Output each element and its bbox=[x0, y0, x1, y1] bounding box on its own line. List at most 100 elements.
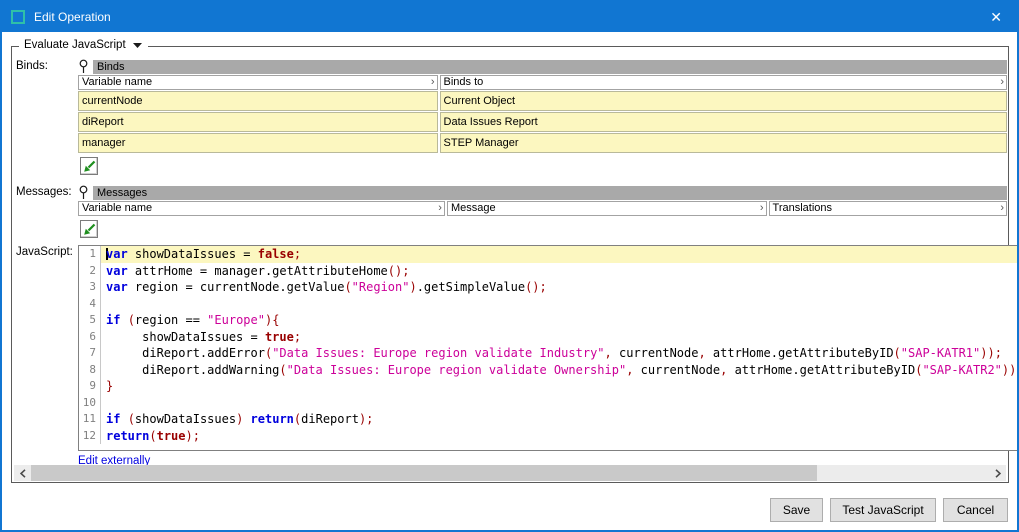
line-number: 3 bbox=[79, 279, 101, 296]
line-number: 2 bbox=[79, 263, 101, 280]
column-header[interactable]: Translations › bbox=[769, 201, 1007, 216]
binds-row: Binds: Binds Variable name › Binds to › curr… bbox=[12, 59, 1008, 175]
operation-groupbox: Evaluate JavaScript Binds: Binds Variabl… bbox=[11, 46, 1009, 483]
column-header-label: Variable name bbox=[82, 202, 152, 215]
window-title: Edit Operation bbox=[34, 10, 111, 24]
line-number: 11 bbox=[79, 411, 101, 428]
table-cell[interactable]: Current Object bbox=[440, 91, 1007, 111]
code-text: diReport.addError("Data Issues: Europe r… bbox=[101, 345, 1019, 362]
test-javascript-button[interactable]: Test JavaScript bbox=[830, 498, 936, 522]
code-line[interactable]: 12return(true); bbox=[79, 428, 1019, 445]
code-line[interactable]: 5if (region == "Europe"){ bbox=[79, 312, 1019, 329]
code-text: return(true); bbox=[101, 428, 1019, 445]
sort-chevron-icon: › bbox=[1000, 77, 1004, 88]
column-header-label: Binds to bbox=[444, 76, 484, 89]
binds-label: Binds: bbox=[12, 59, 78, 72]
line-number: 1 bbox=[79, 246, 101, 263]
javascript-editor[interactable]: 1var showDataIssues = false;2var attrHom… bbox=[78, 245, 1019, 451]
sort-chevron-icon: › bbox=[1000, 203, 1004, 214]
code-line[interactable]: 10 bbox=[79, 395, 1019, 412]
code-line[interactable]: 8 diReport.addWarning("Data Issues: Euro… bbox=[79, 362, 1019, 379]
sort-chevron-icon: › bbox=[438, 203, 442, 214]
chevron-right-icon bbox=[995, 469, 1001, 478]
close-icon: ✕ bbox=[990, 9, 1002, 25]
column-header[interactable]: Variable name › bbox=[78, 75, 438, 90]
messages-label: Messages: bbox=[12, 185, 78, 198]
javascript-label: JavaScript: bbox=[12, 245, 78, 258]
line-number: 9 bbox=[79, 378, 101, 395]
code-text: var showDataIssues = false; bbox=[101, 246, 1019, 263]
code-text bbox=[101, 296, 1019, 313]
binds-panel: Binds Variable name › Binds to › currentNode… bbox=[78, 59, 1007, 175]
scroll-left-button[interactable] bbox=[14, 465, 31, 481]
javascript-row: JavaScript: 1var showDataIssues = false;… bbox=[12, 245, 1008, 469]
messages-edit-button[interactable] bbox=[80, 220, 98, 238]
line-number: 5 bbox=[79, 312, 101, 329]
chevron-down-icon bbox=[133, 43, 142, 48]
line-number: 4 bbox=[79, 296, 101, 313]
binds-panel-title: Binds bbox=[93, 60, 1007, 74]
line-number: 6 bbox=[79, 329, 101, 346]
table-cell[interactable]: currentNode bbox=[78, 91, 438, 111]
chevron-left-icon bbox=[20, 469, 26, 478]
code-text: if (region == "Europe"){ bbox=[101, 312, 1019, 329]
window-icon bbox=[11, 10, 25, 24]
code-text: showDataIssues = true; bbox=[101, 329, 1019, 346]
column-header-label: Variable name bbox=[82, 76, 152, 89]
code-line[interactable]: 11if (showDataIssues) return(diReport); bbox=[79, 411, 1019, 428]
line-number: 8 bbox=[79, 362, 101, 379]
binds-table: Variable name › Binds to › currentNodeCurren… bbox=[78, 75, 1007, 153]
scroll-right-button[interactable] bbox=[989, 465, 1006, 481]
table-cell[interactable]: Data Issues Report bbox=[440, 112, 1007, 132]
save-button[interactable]: Save bbox=[770, 498, 823, 522]
table-cell[interactable]: STEP Manager bbox=[440, 133, 1007, 153]
code-text: } bbox=[101, 378, 1019, 395]
column-header[interactable]: Message › bbox=[447, 201, 767, 216]
messages-panel: Messages Variable name›Message›Translati… bbox=[78, 185, 1007, 238]
pin-icon[interactable] bbox=[78, 59, 89, 74]
code-text bbox=[101, 395, 1019, 412]
column-header[interactable]: Binds to › bbox=[440, 75, 1007, 90]
line-number: 7 bbox=[79, 345, 101, 362]
sort-chevron-icon: › bbox=[760, 203, 764, 214]
code-line[interactable]: 3var region = currentNode.getValue("Regi… bbox=[79, 279, 1019, 296]
code-line[interactable]: 2var attrHome = manager.getAttributeHome… bbox=[79, 263, 1019, 280]
edit-operation-dialog: Edit Operation ✕ Evaluate JavaScript Bin… bbox=[0, 0, 1019, 532]
column-header-label: Translations bbox=[773, 202, 833, 215]
messages-panel-title: Messages bbox=[93, 186, 1007, 200]
code-text: diReport.addWarning("Data Issues: Europe… bbox=[101, 362, 1019, 379]
close-button[interactable]: ✕ bbox=[975, 7, 1017, 28]
column-header-label: Message bbox=[451, 202, 496, 215]
edit-arrow-icon bbox=[83, 223, 96, 236]
messages-panel-header: Messages bbox=[78, 185, 1007, 200]
binds-edit-button[interactable] bbox=[80, 157, 98, 175]
code-text: if (showDataIssues) return(diReport); bbox=[101, 411, 1019, 428]
operation-type-label: Evaluate JavaScript bbox=[24, 39, 126, 51]
cancel-button[interactable]: Cancel bbox=[943, 498, 1008, 522]
footer-button-row: Save Test JavaScript Cancel bbox=[2, 498, 1008, 522]
column-header[interactable]: Variable name › bbox=[78, 201, 445, 216]
code-line[interactable]: 4 bbox=[79, 296, 1019, 313]
javascript-panel: 1var showDataIssues = false;2var attrHom… bbox=[78, 245, 1019, 469]
horizontal-scrollbar[interactable] bbox=[14, 465, 1006, 481]
line-number: 10 bbox=[79, 395, 101, 412]
edit-arrow-icon bbox=[83, 160, 96, 173]
messages-row: Messages: Messages Variable name›Message… bbox=[12, 185, 1008, 238]
pin-icon[interactable] bbox=[78, 185, 89, 200]
table-cell[interactable]: manager bbox=[78, 133, 438, 153]
sort-chevron-icon: › bbox=[431, 77, 435, 88]
scrollbar-thumb[interactable] bbox=[31, 465, 817, 481]
code-text: var attrHome = manager.getAttributeHome(… bbox=[101, 263, 1019, 280]
code-line[interactable]: 1var showDataIssues = false; bbox=[79, 246, 1019, 263]
messages-table: Variable name › Message › Translations › bbox=[78, 201, 1007, 216]
code-line[interactable]: 7 diReport.addError("Data Issues: Europe… bbox=[79, 345, 1019, 362]
code-line[interactable]: 6 showDataIssues = true; bbox=[79, 329, 1019, 346]
code-line[interactable]: 9} bbox=[79, 378, 1019, 395]
titlebar: Edit Operation ✕ bbox=[2, 2, 1017, 32]
operation-type-selector[interactable]: Evaluate JavaScript bbox=[19, 39, 148, 51]
table-cell[interactable]: diReport bbox=[78, 112, 438, 132]
code-text: var region = currentNode.getValue("Regio… bbox=[101, 279, 1019, 296]
line-number: 12 bbox=[79, 428, 101, 445]
scrollbar-track[interactable] bbox=[31, 465, 989, 481]
binds-panel-header: Binds bbox=[78, 59, 1007, 74]
